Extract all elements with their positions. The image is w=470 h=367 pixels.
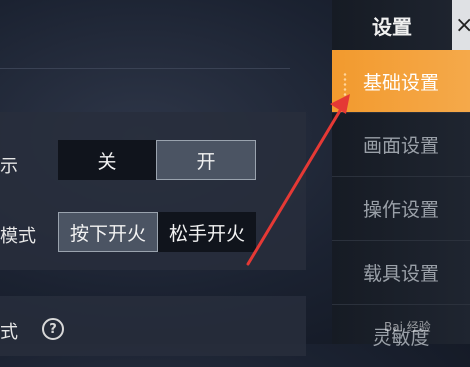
- annotation-arrow-icon: [246, 94, 350, 266]
